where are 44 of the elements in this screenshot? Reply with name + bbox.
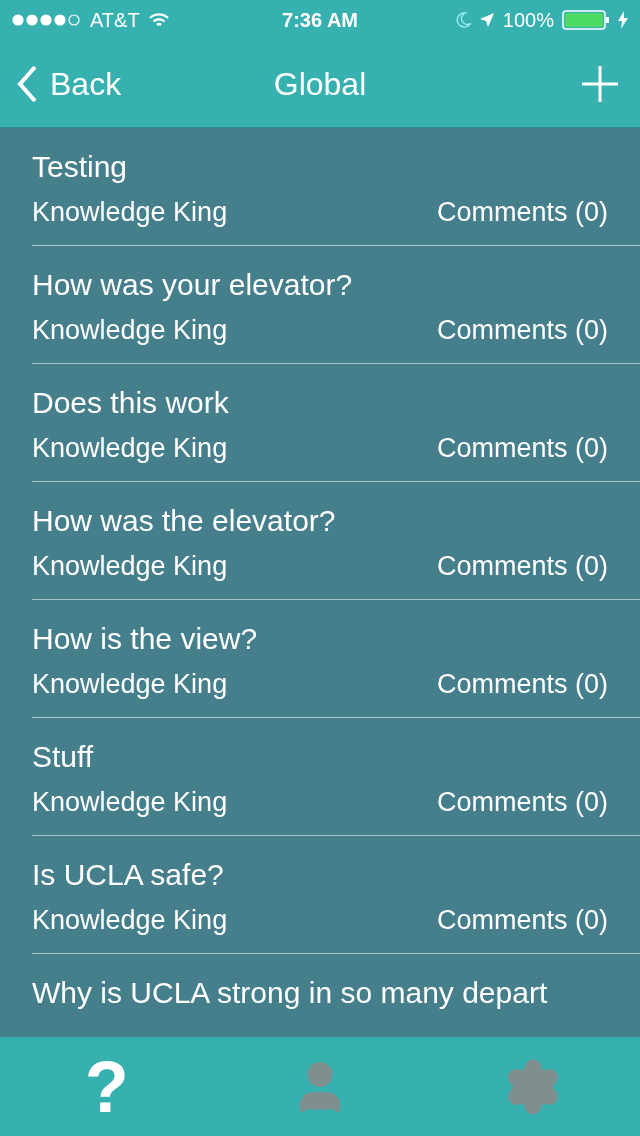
post-title: How is the view? bbox=[32, 622, 259, 656]
comments-count: Comments (0) bbox=[436, 904, 608, 936]
post-title: Does this work bbox=[32, 386, 230, 420]
post-author: Knowledge King bbox=[32, 550, 228, 582]
post-row[interactable]: How was your elevator? Knowledge King Comments (0) bbox=[32, 246, 640, 364]
comments-count: Comments (0) bbox=[436, 786, 608, 818]
post-row[interactable]: How is the view? Knowledge King Comments (0) bbox=[32, 600, 640, 718]
moon-icon bbox=[454, 12, 471, 28]
comments-count: Comments (0) bbox=[436, 196, 608, 228]
post-row[interactable]: Stuff Knowledge King Comments (0) bbox=[32, 718, 640, 836]
chevron-left-icon bbox=[16, 63, 38, 104]
carrier-label: AT&T bbox=[90, 8, 140, 33]
post-row[interactable]: Testing Knowledge King Comments (0) bbox=[32, 128, 640, 246]
comments-count: Comments (0) bbox=[436, 550, 608, 582]
post-title: Testing bbox=[32, 150, 129, 184]
post-author: Knowledge King bbox=[32, 786, 228, 818]
post-author: Knowledge King bbox=[32, 314, 228, 346]
wifi-icon bbox=[147, 12, 170, 28]
battery-icon bbox=[562, 10, 610, 30]
back-button[interactable]: Back bbox=[16, 59, 122, 108]
post-row[interactable]: How was the elevator? Knowledge King Comments (0) bbox=[32, 482, 640, 600]
post-row[interactable]: Does this work Knowledge King Comments (0) bbox=[32, 364, 640, 482]
add-button[interactable] bbox=[580, 63, 620, 104]
comments-count: Comments (0) bbox=[436, 314, 608, 346]
post-author: Knowledge King bbox=[32, 196, 228, 228]
plus-icon bbox=[582, 65, 618, 102]
signal-icon bbox=[12, 14, 82, 26]
tab-button[interactable]: ? bbox=[46, 1041, 167, 1132]
battery-percent: 100% bbox=[502, 8, 554, 33]
post-title: How was the elevator? bbox=[32, 504, 337, 538]
nav-title: Global bbox=[273, 64, 367, 104]
comments-count: Comments (0) bbox=[436, 668, 608, 700]
post-title: Is UCLA safe? bbox=[32, 858, 225, 892]
post-author: Knowledge King bbox=[32, 904, 228, 936]
post-author: Knowledge King bbox=[32, 432, 228, 464]
post-author: Knowledge King bbox=[32, 668, 228, 700]
post-title: How was your elevator? bbox=[32, 268, 354, 302]
status-time: 7:36 AM bbox=[282, 8, 358, 33]
post-title: Stuff bbox=[32, 740, 95, 774]
post-row[interactable]: Is UCLA safe? Knowledge King Comments (0) bbox=[32, 836, 640, 954]
comments-count: Comments (0) bbox=[436, 432, 608, 464]
charging-bolt-icon bbox=[618, 11, 628, 29]
post-title: Why is UCLA strong in so many depart bbox=[32, 976, 549, 1010]
location-arrow-icon bbox=[478, 12, 495, 28]
